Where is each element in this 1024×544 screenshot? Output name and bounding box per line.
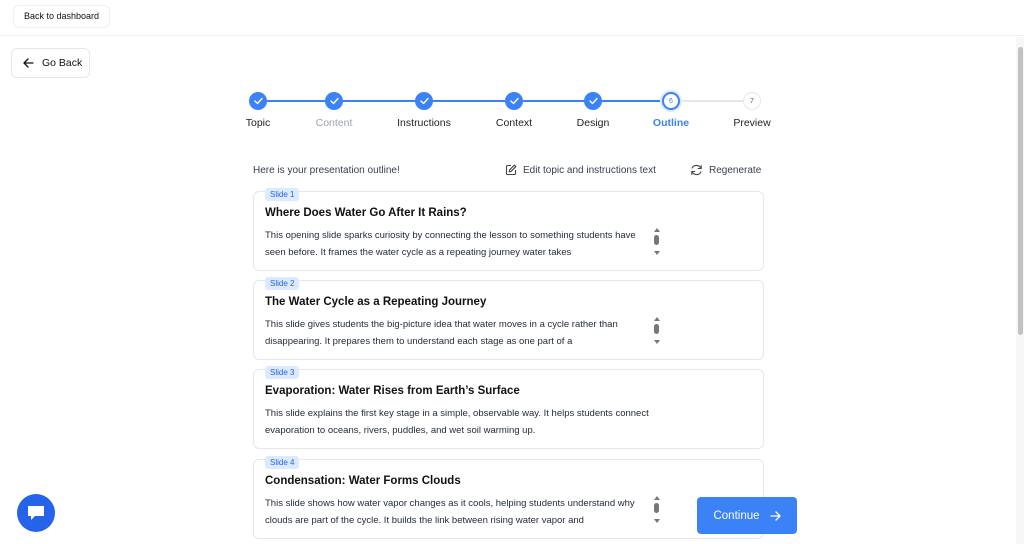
slide-description[interactable]: This slide shows how water vapor changes… (265, 495, 655, 529)
slide-card-4[interactable]: Slide 4 Condensation: Water Forms Clouds… (253, 456, 764, 539)
slide-badge: Slide 1 (265, 188, 300, 201)
slide-title[interactable]: The Water Cycle as a Repeating Journey (265, 296, 486, 308)
slide-card-1[interactable]: Slide 1 Where Does Water Go After It Rai… (253, 188, 764, 271)
edit-topic-button[interactable]: Edit topic and instructions text (505, 164, 656, 176)
check-icon (505, 92, 523, 110)
check-icon (249, 92, 267, 110)
description-scrollbar[interactable] (652, 496, 662, 526)
check-icon (584, 92, 602, 110)
outline-header: Here is your presentation outline! Edit … (253, 164, 765, 178)
go-back-button[interactable]: Go Back (11, 48, 90, 78)
go-back-label: Go Back (42, 57, 83, 69)
continue-label: Continue (713, 509, 760, 522)
edit-topic-label: Edit topic and instructions text (523, 164, 656, 176)
slide-title[interactable]: Where Does Water Go After It Rains? (265, 207, 467, 219)
slide-description[interactable]: This opening slide sparks curiosity by c… (265, 227, 655, 261)
slide-badge: Slide 4 (265, 456, 300, 469)
slide-badge: Slide 3 (265, 366, 300, 379)
regenerate-label: Regenerate (709, 164, 762, 176)
step-context[interactable]: Context (474, 90, 554, 129)
step-label: Outline (652, 117, 690, 129)
slide-title[interactable]: Condensation: Water Forms Clouds (265, 475, 461, 487)
edit-icon (505, 164, 517, 176)
check-icon (415, 92, 433, 110)
step-label: Preview (733, 117, 771, 129)
progress-stepper: Topic Content Instructions Context Desig… (235, 90, 785, 130)
step-topic[interactable]: Topic (218, 90, 298, 129)
description-scrollbar[interactable] (652, 317, 662, 347)
step-number: 7 (743, 92, 761, 110)
step-label: Content (315, 117, 353, 129)
step-label: Design (576, 117, 610, 129)
step-outline[interactable]: 6 Outline (631, 90, 711, 129)
chat-widget-button[interactable] (17, 494, 55, 532)
top-bar: Back to dashboard (0, 0, 1024, 36)
step-content[interactable]: Content (294, 90, 374, 129)
step-label: Instructions (397, 117, 451, 129)
step-number: 6 (662, 92, 680, 110)
step-preview[interactable]: 7 Preview (712, 90, 792, 129)
continue-button[interactable]: Continue (697, 497, 797, 534)
outline-intro: Here is your presentation outline! (253, 165, 400, 176)
back-to-dashboard-button[interactable]: Back to dashboard (14, 6, 110, 27)
chat-bubble-icon (28, 506, 44, 520)
slide-badge: Slide 2 (265, 277, 300, 290)
slide-description[interactable]: This slide explains the first key stage … (265, 405, 655, 439)
step-label: Topic (245, 117, 271, 129)
step-design[interactable]: Design (553, 90, 633, 129)
page-scrollbar[interactable] (1016, 37, 1024, 544)
slide-description[interactable]: This slide gives students the big-pictur… (265, 316, 655, 350)
arrow-left-icon (23, 58, 34, 68)
regenerate-button[interactable]: Regenerate (690, 164, 761, 176)
step-instructions[interactable]: Instructions (384, 90, 464, 129)
check-icon (325, 92, 343, 110)
slide-title[interactable]: Evaporation: Water Rises from Earth’s Su… (265, 385, 520, 397)
step-label: Context (495, 117, 533, 129)
page-scrollbar-thumb[interactable] (1018, 47, 1023, 335)
slide-card-2[interactable]: Slide 2 The Water Cycle as a Repeating J… (253, 277, 764, 360)
description-scrollbar[interactable] (652, 228, 662, 258)
refresh-icon (691, 164, 702, 176)
arrow-right-icon (769, 510, 781, 521)
slide-card-3[interactable]: Slide 3 Evaporation: Water Rises from Ea… (253, 366, 764, 449)
